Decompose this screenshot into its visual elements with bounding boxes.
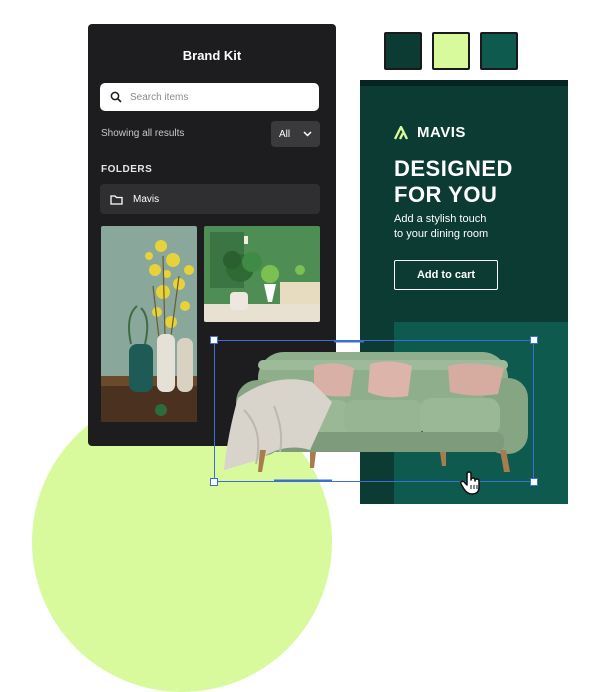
resize-handle-bottom-left[interactable] bbox=[210, 478, 218, 486]
filter-dropdown[interactable]: All bbox=[271, 121, 320, 147]
swatch-lime[interactable] bbox=[432, 32, 470, 70]
filter-value: All bbox=[279, 128, 291, 140]
ad-headline: DESIGNED FOR YOU bbox=[394, 156, 564, 208]
folder-item-mavis[interactable]: Mavis bbox=[100, 184, 320, 214]
mavis-logo-icon bbox=[394, 125, 409, 140]
add-to-cart-button[interactable]: Add to cart bbox=[394, 260, 498, 290]
search-input[interactable]: Search items bbox=[100, 83, 319, 111]
ad-subtext-line2: to your dining room bbox=[394, 228, 489, 240]
folder-icon bbox=[110, 194, 123, 205]
ad-top-band bbox=[360, 80, 568, 86]
color-palette bbox=[384, 32, 518, 70]
swatch-dark-green[interactable] bbox=[384, 32, 422, 70]
asset-image-plants[interactable] bbox=[204, 226, 320, 322]
folders-heading: FOLDERS bbox=[101, 164, 153, 175]
panel-title: Brand Kit bbox=[182, 48, 242, 63]
brand-name: MAVIS bbox=[417, 124, 466, 141]
search-placeholder: Search items bbox=[130, 91, 189, 103]
asset-image-vases[interactable] bbox=[101, 226, 197, 422]
ad-headline-line2: FOR YOU bbox=[394, 182, 498, 207]
resize-handle-top-left[interactable] bbox=[210, 336, 218, 344]
results-label: Showing all results bbox=[101, 128, 185, 139]
resize-handle-top-right[interactable] bbox=[530, 336, 538, 344]
ad-subtext: Add a stylish touch to your dining room bbox=[394, 212, 554, 242]
brand-logo: MAVIS bbox=[394, 124, 466, 141]
ad-headline-line1: DESIGNED bbox=[394, 156, 513, 181]
swatch-teal[interactable] bbox=[480, 32, 518, 70]
selection-box[interactable] bbox=[214, 340, 534, 482]
chevron-down-icon bbox=[303, 131, 312, 137]
hand-pointer-icon bbox=[459, 471, 480, 495]
search-icon bbox=[110, 91, 122, 103]
ad-subtext-line1: Add a stylish touch bbox=[394, 213, 487, 225]
resize-handle-bottom-right[interactable] bbox=[530, 478, 538, 486]
folder-name: Mavis bbox=[133, 193, 160, 205]
